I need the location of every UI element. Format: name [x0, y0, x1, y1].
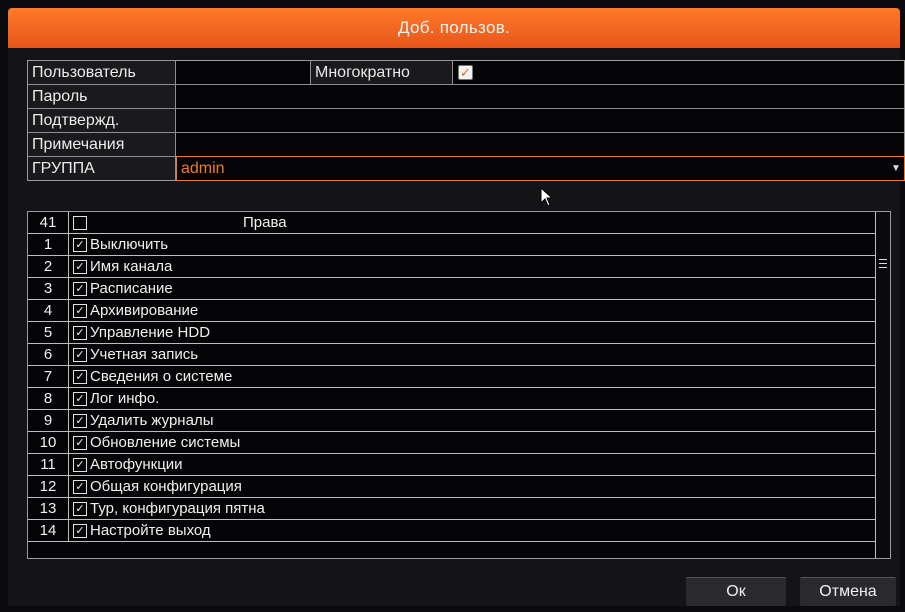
- rights-row[interactable]: 5 ✓ Управление HDD: [28, 322, 890, 344]
- rights-table: 41 Права 1 ✓ Выключить 2 ✓ Имя канала 3 ✓ Распис…: [27, 211, 891, 559]
- user-row: Пользователь Многократно ✓: [28, 61, 904, 85]
- rights-label: Сведения о системе: [90, 368, 233, 385]
- rights-label: Автофункции: [90, 456, 183, 473]
- rights-scrollbar[interactable]: [875, 212, 890, 558]
- rights-checkbox[interactable]: ✓: [73, 282, 87, 296]
- rights-row[interactable]: 12 ✓ Общая конфигурация: [28, 476, 890, 498]
- rights-row[interactable]: 13 ✓ Тур, конфигурация пятна: [28, 498, 890, 520]
- dropdown-arrow-icon[interactable]: ▼: [890, 157, 902, 180]
- rights-row-number: 14: [28, 520, 69, 541]
- rights-checkbox[interactable]: ✓: [73, 260, 87, 274]
- rights-checkbox[interactable]: ✓: [73, 370, 87, 384]
- rights-row-number: 1: [28, 234, 69, 255]
- notes-label: Примечания: [28, 133, 176, 156]
- user-input[interactable]: [176, 61, 311, 84]
- rights-row-number: 7: [28, 366, 69, 387]
- mouse-cursor-icon: [540, 187, 554, 207]
- rights-checkbox[interactable]: ✓: [73, 304, 87, 318]
- rights-row-number: 9: [28, 410, 69, 431]
- rights-row-number: 12: [28, 476, 69, 497]
- rights-row-number: 10: [28, 432, 69, 453]
- rights-row-number: 11: [28, 454, 69, 475]
- rights-row[interactable]: 8 ✓ Лог инфо.: [28, 388, 890, 410]
- password-row: Пароль: [28, 85, 904, 109]
- cancel-button[interactable]: Отмена: [800, 577, 896, 606]
- rights-label: Настройте выход: [90, 522, 211, 539]
- rights-checkbox[interactable]: ✓: [73, 436, 87, 450]
- rights-row[interactable]: 14 ✓ Настройте выход: [28, 520, 890, 542]
- rights-row-number: 4: [28, 300, 69, 321]
- password-label: Пароль: [28, 85, 176, 108]
- rights-checkbox[interactable]: ✓: [73, 458, 87, 472]
- notes-input[interactable]: [176, 133, 904, 156]
- rights-row[interactable]: 11 ✓ Автофункции: [28, 454, 890, 476]
- rights-checkbox[interactable]: ✓: [73, 238, 87, 252]
- rights-row-number: 13: [28, 498, 69, 519]
- rights-checkbox[interactable]: ✓: [73, 524, 87, 538]
- group-label: ГРУППА: [28, 157, 176, 180]
- rights-label: Общая конфигурация: [90, 478, 242, 495]
- rights-label: Выключить: [90, 236, 169, 253]
- ok-button[interactable]: Ок: [686, 577, 786, 606]
- rights-label: Лог инфо.: [90, 390, 160, 407]
- rights-row[interactable]: 10 ✓ Обновление системы: [28, 432, 890, 454]
- rights-label: Архивирование: [90, 302, 199, 319]
- select-all-checkbox[interactable]: [73, 216, 87, 230]
- rights-row[interactable]: 7 ✓ Сведения о системе: [28, 366, 890, 388]
- multi-label: Многократно: [311, 61, 453, 84]
- rights-row[interactable]: 4 ✓ Архивирование: [28, 300, 890, 322]
- rights-checkbox[interactable]: ✓: [73, 392, 87, 406]
- rights-row[interactable]: 9 ✓ Удалить журналы: [28, 410, 890, 432]
- group-select-value: admin: [181, 160, 225, 177]
- rights-row-number: 3: [28, 278, 69, 299]
- group-select[interactable]: admin ▼: [176, 156, 905, 181]
- rights-checkbox[interactable]: ✓: [73, 348, 87, 362]
- rights-checkbox[interactable]: ✓: [73, 502, 87, 516]
- dialog-title-bar: Доб. пользов.: [8, 8, 900, 48]
- rights-label: Учетная запись: [90, 346, 199, 363]
- rights-row[interactable]: 3 ✓ Расписание: [28, 278, 890, 300]
- multi-checkbox[interactable]: ✓: [458, 65, 473, 80]
- group-row: ГРУППА admin ▼: [28, 156, 905, 181]
- dialog-title: Доб. пользов.: [397, 18, 511, 37]
- rights-header-title: Права: [243, 214, 287, 231]
- rights-row[interactable]: 6 ✓ Учетная запись: [28, 344, 890, 366]
- rights-label: Удалить журналы: [90, 412, 214, 429]
- rights-row[interactable]: 2 ✓ Имя канала: [28, 256, 890, 278]
- rights-checkbox[interactable]: ✓: [73, 480, 87, 494]
- rights-count: 41: [28, 212, 69, 233]
- rights-row-number: 5: [28, 322, 69, 343]
- rights-checkbox[interactable]: ✓: [73, 414, 87, 428]
- confirm-password-input[interactable]: [176, 109, 904, 132]
- rights-row-number: 8: [28, 388, 69, 409]
- user-form: Пользователь Многократно ✓ Пароль Подтве…: [27, 60, 905, 181]
- multi-checkbox-cell: ✓: [453, 61, 904, 84]
- rights-row-number: 2: [28, 256, 69, 277]
- rights-row-number: 6: [28, 344, 69, 365]
- confirm-label: Подтвержд.: [28, 109, 176, 132]
- rights-label: Расписание: [90, 280, 173, 297]
- password-input[interactable]: [176, 85, 904, 108]
- rights-label: Имя канала: [90, 258, 173, 275]
- rights-label: Управление HDD: [90, 324, 211, 341]
- scrollbar-thumb[interactable]: [877, 256, 889, 278]
- rights-label: Тур, конфигурация пятна: [90, 500, 265, 517]
- rights-list: 1 ✓ Выключить 2 ✓ Имя канала 3 ✓ Расписание 4 ✓ Арх…: [28, 234, 890, 542]
- rights-checkbox[interactable]: ✓: [73, 326, 87, 340]
- rights-header-row: 41 Права: [28, 212, 890, 234]
- rights-row[interactable]: 1 ✓ Выключить: [28, 234, 890, 256]
- notes-row: Примечания: [28, 133, 904, 157]
- user-label: Пользователь: [28, 61, 176, 84]
- confirm-row: Подтвержд.: [28, 109, 904, 133]
- rights-label: Обновление системы: [90, 434, 241, 451]
